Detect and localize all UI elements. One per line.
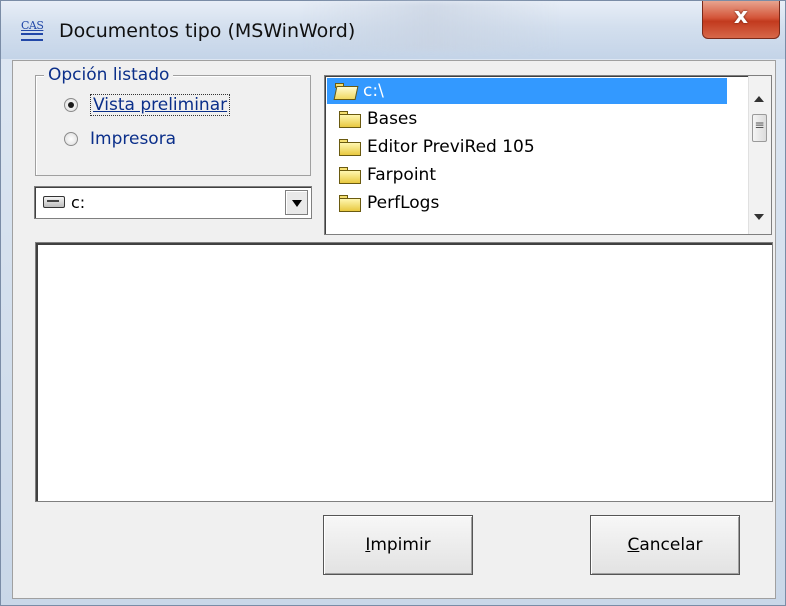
folder-icon: [339, 110, 361, 128]
directory-list[interactable]: c:\ Bases Editor PreviRed 105 Farpoint P…: [324, 75, 772, 235]
directory-scrollbar[interactable]: [748, 76, 771, 234]
open-folder-icon: [333, 82, 359, 100]
file-list-panel[interactable]: [35, 242, 773, 502]
radio-label-printer: Impresora: [90, 129, 177, 149]
dialog-client-area: Opción listado Vista preliminar Impresor…: [12, 60, 776, 599]
app-icon-lines: [21, 33, 43, 41]
radio-label-preview: Vista preliminar: [90, 94, 231, 116]
close-icon: x: [733, 4, 749, 29]
directory-item-label: Farpoint: [367, 165, 436, 185]
chevron-down-icon[interactable]: [285, 190, 308, 215]
list-option-group: Opción listado Vista preliminar Impresor…: [35, 65, 311, 176]
cancel-button-accelerator: C: [627, 535, 640, 555]
group-legend: Opción listado: [44, 65, 174, 85]
drive-icon: [43, 196, 65, 208]
radio-button-preview[interactable]: [64, 98, 78, 112]
folder-icon: [339, 194, 361, 212]
directory-item-perflogs[interactable]: PerfLogs: [329, 190, 439, 216]
folder-icon: [339, 166, 361, 184]
directory-item-label: PerfLogs: [367, 193, 440, 213]
app-icon: CAS: [19, 19, 49, 45]
directory-item-farpoint[interactable]: Farpoint: [329, 162, 436, 188]
directory-item-bases[interactable]: Bases: [329, 106, 417, 132]
scroll-up-arrow-icon[interactable]: [754, 96, 764, 102]
folder-icon: [339, 138, 361, 156]
drive-select[interactable]: c:: [34, 186, 312, 219]
title-bar[interactable]: CAS Documentos tipo (MSWinWord) x: [1, 1, 785, 59]
scroll-down-arrow-icon[interactable]: [754, 214, 764, 220]
directory-item-label: Editor PreviRed 105: [367, 137, 535, 157]
radio-button-printer[interactable]: [64, 132, 78, 146]
dialog-window: CAS Documentos tipo (MSWinWord) x Opción…: [0, 0, 786, 606]
close-button[interactable]: x: [702, 1, 780, 39]
directory-item-root[interactable]: c:\: [327, 78, 727, 104]
drive-select-value: c:: [71, 193, 86, 212]
window-title: Documentos tipo (MSWinWord): [59, 20, 356, 42]
print-button-label: mpimir: [370, 535, 431, 555]
cancel-button-label: ancelar: [639, 535, 703, 555]
directory-item-label: Bases: [367, 109, 418, 129]
directory-item-label: c:\: [363, 81, 384, 101]
directory-item-editor-previred[interactable]: Editor PreviRed 105: [329, 134, 535, 160]
cancel-button[interactable]: Cancelar: [590, 515, 740, 575]
app-icon-text: CAS: [21, 19, 44, 32]
scroll-thumb[interactable]: [752, 114, 767, 142]
print-button[interactable]: Impimir: [323, 515, 473, 575]
radio-option-preview[interactable]: Vista preliminar: [64, 94, 231, 116]
radio-option-printer[interactable]: Impresora: [64, 129, 176, 149]
